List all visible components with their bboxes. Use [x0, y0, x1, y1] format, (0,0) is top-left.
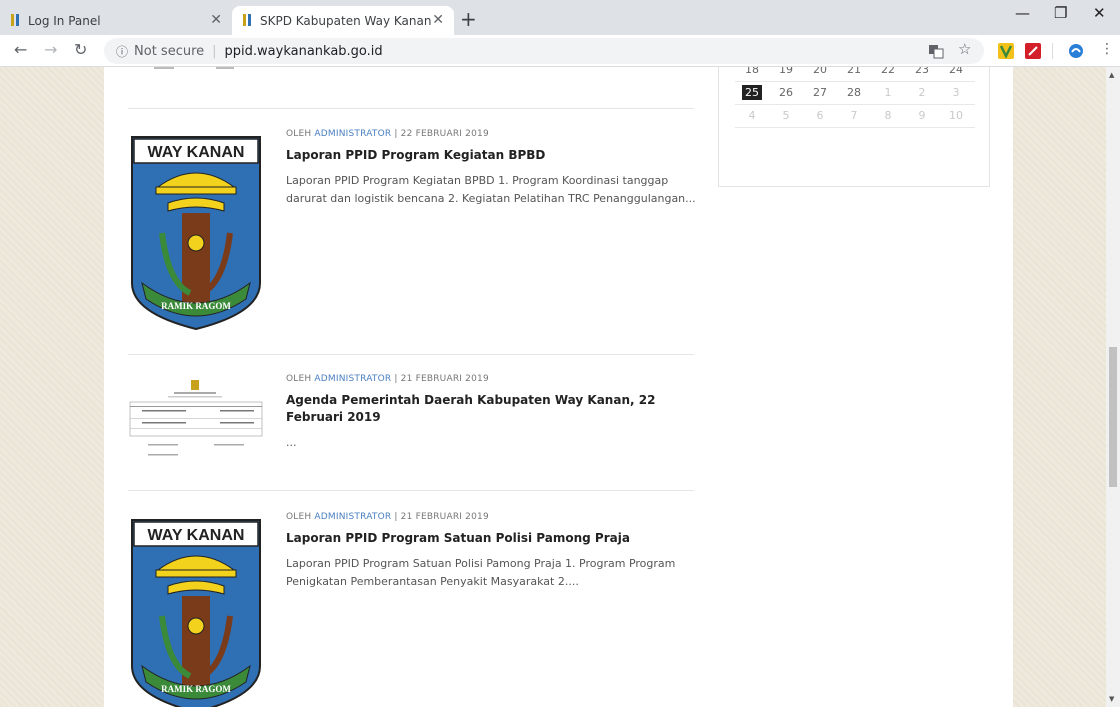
browser-toolbar: ← → ↻ ⓘ Not secure | ppid.waykanankab.go…: [0, 35, 1120, 67]
calendar-day[interactable]: 4: [735, 105, 769, 127]
post-thumbnail[interactable]: WAY KANAN RAMIK RAGOM: [128, 516, 264, 707]
post-date: | 21 FEBRUARI 2019: [394, 512, 489, 522]
calendar-week-row: 25 26 27 28 1 2 3: [735, 82, 975, 105]
post-date: | 21 FEBRUARI 2019: [394, 374, 489, 384]
restore-icon[interactable]: ❐: [1054, 4, 1067, 22]
calendar-day[interactable]: 18: [735, 67, 769, 81]
author-link[interactable]: ADMINISTRATOR: [314, 374, 391, 384]
post-title-link[interactable]: Agenda Pemerintah Daerah Kabupaten Way K…: [286, 392, 696, 426]
post-meta: OLEH ADMINISTRATOR | 21 FEBRUARI 2019: [286, 512, 696, 522]
post-body: OLEH ADMINISTRATOR | 21 FEBRUARI 2019 Ag…: [286, 374, 696, 452]
calendar-day[interactable]: 22: [871, 67, 905, 81]
page-viewport: 18 19 20 21 22 23 24 25 26 27 28 1 2 3 4 5 6 7 8 9 10 WAY KA…: [0, 67, 1120, 707]
previous-post-thumbnail: [154, 67, 234, 69]
meta-prefix: OLEH: [286, 129, 312, 139]
author-link[interactable]: ADMINISTRATOR: [314, 129, 391, 139]
way-kanan-logo: WAY KANAN RAMIK RAGOM: [131, 519, 261, 707]
calendar-day[interactable]: 9: [905, 105, 939, 127]
calendar-widget: 18 19 20 21 22 23 24 25 26 27 28 1 2 3 4 5 6 7 8 9 10: [718, 67, 990, 187]
new-tab-button[interactable]: +: [460, 7, 477, 31]
post-date: | 22 FEBRUARI 2019: [394, 129, 489, 139]
svg-text:RAMIK RAGOM: RAMIK RAGOM: [161, 301, 231, 311]
tab-skpd-kabupaten[interactable]: SKPD Kabupaten Way Kanan ✕: [232, 6, 454, 35]
site-favicon-icon: [11, 14, 19, 26]
post-divider: [128, 108, 694, 109]
calendar-day[interactable]: 24: [939, 67, 973, 81]
post-body: OLEH ADMINISTRATOR | 22 FEBRUARI 2019 La…: [286, 129, 696, 208]
close-tab-icon[interactable]: ✕: [210, 12, 222, 28]
forward-icon[interactable]: →: [44, 40, 57, 59]
tab-strip: Log In Panel ✕ SKPD Kabupaten Way Kanan …: [0, 0, 1120, 35]
calendar-day[interactable]: 28: [837, 82, 871, 104]
calendar-day[interactable]: 1: [871, 82, 905, 104]
post-thumbnail[interactable]: WAY KANAN RAMIK RAGOM: [128, 133, 264, 337]
meta-prefix: OLEH: [286, 512, 312, 522]
extension-v-icon[interactable]: [998, 43, 1014, 59]
minimize-icon[interactable]: —: [1015, 4, 1030, 22]
calendar-day[interactable]: 21: [837, 67, 871, 81]
translate-icon[interactable]: [928, 43, 944, 59]
tab-title: SKPD Kabupaten Way Kanan: [260, 13, 432, 28]
toolbar-divider: [1052, 43, 1053, 59]
calendar-day[interactable]: 20: [803, 67, 837, 81]
calendar-day[interactable]: 3: [939, 82, 973, 104]
security-label: Not secure: [134, 43, 205, 59]
info-icon[interactable]: ⓘ: [116, 43, 128, 60]
calendar-day[interactable]: 23: [905, 67, 939, 81]
svg-text:RAMIK RAGOM: RAMIK RAGOM: [161, 684, 231, 694]
svg-text:WAY KANAN: WAY KANAN: [148, 144, 245, 161]
meta-prefix: OLEH: [286, 374, 312, 384]
calendar-week-row: 18 19 20 21 22 23 24: [735, 67, 975, 82]
calendar-day[interactable]: 10: [939, 105, 973, 127]
tab-title: Log In Panel: [28, 13, 101, 28]
calendar-day[interactable]: 8: [871, 105, 905, 127]
post-item: WAY KANAN RAMIK RAGOM OLEH ADMINISTRATOR: [128, 512, 694, 707]
scrollbar-thumb[interactable]: [1109, 347, 1117, 487]
calendar-day[interactable]: 7: [837, 105, 871, 127]
post-excerpt: ...: [286, 436, 297, 449]
document-thumbnail: [128, 378, 264, 460]
way-kanan-logo: WAY KANAN RAMIK RAGOM: [131, 136, 261, 331]
calendar-day-today[interactable]: 25: [735, 82, 769, 104]
close-window-icon[interactable]: ✕: [1093, 4, 1106, 22]
post-meta: OLEH ADMINISTRATOR | 21 FEBRUARI 2019: [286, 374, 696, 384]
extension-red-icon[interactable]: [1025, 43, 1041, 59]
separator: |: [212, 43, 217, 59]
tab-log-in-panel[interactable]: Log In Panel ✕: [0, 6, 232, 35]
calendar-week-row: 4 5 6 7 8 9 10: [735, 105, 975, 128]
profile-avatar-icon[interactable]: [1068, 43, 1084, 59]
svg-text:WAY KANAN: WAY KANAN: [148, 527, 245, 544]
menu-kebab-icon[interactable]: ⋮: [1100, 41, 1114, 57]
back-icon[interactable]: ←: [14, 40, 27, 59]
close-tab-icon[interactable]: ✕: [432, 12, 444, 28]
calendar-day[interactable]: 5: [769, 105, 803, 127]
post-excerpt: Laporan PPID Program Kegiatan BPBD 1. Pr…: [286, 174, 696, 205]
calendar-day[interactable]: 26: [769, 82, 803, 104]
scroll-down-icon[interactable]: ▼: [1109, 695, 1114, 703]
calendar-day[interactable]: 6: [803, 105, 837, 127]
post-item: OLEH ADMINISTRATOR | 21 FEBRUARI 2019 Ag…: [128, 374, 694, 484]
content-page: 18 19 20 21 22 23 24 25 26 27 28 1 2 3 4 5 6 7 8 9 10 WAY KA…: [104, 67, 1013, 707]
page-scrollbar[interactable]: ▲ ▼: [1106, 67, 1120, 707]
calendar-day[interactable]: 19: [769, 67, 803, 81]
scroll-up-icon[interactable]: ▲: [1109, 71, 1114, 79]
author-link[interactable]: ADMINISTRATOR: [314, 512, 391, 522]
url-text: ppid.waykanankab.go.id: [224, 43, 383, 59]
post-thumbnail[interactable]: [128, 378, 264, 464]
post-excerpt: Laporan PPID Program Satuan Polisi Pamon…: [286, 557, 676, 588]
post-title-link[interactable]: Laporan PPID Program Satuan Polisi Pamon…: [286, 530, 696, 547]
address-bar[interactable]: ⓘ Not secure | ppid.waykanankab.go.id: [104, 38, 984, 64]
post-divider: [128, 490, 694, 491]
post-title-link[interactable]: Laporan PPID Program Kegiatan BPBD: [286, 147, 696, 164]
bookmark-star-icon[interactable]: ☆: [958, 40, 974, 58]
site-favicon-icon: [243, 14, 251, 26]
post-item: WAY KANAN RAMIK RAGOM OLEH ADMINISTRATOR: [128, 129, 696, 339]
post-divider: [128, 354, 694, 355]
post-body: OLEH ADMINISTRATOR | 21 FEBRUARI 2019 La…: [286, 512, 696, 591]
calendar-day[interactable]: 2: [905, 82, 939, 104]
reload-icon[interactable]: ↻: [74, 40, 87, 59]
calendar-day[interactable]: 27: [803, 82, 837, 104]
post-meta: OLEH ADMINISTRATOR | 22 FEBRUARI 2019: [286, 129, 696, 139]
